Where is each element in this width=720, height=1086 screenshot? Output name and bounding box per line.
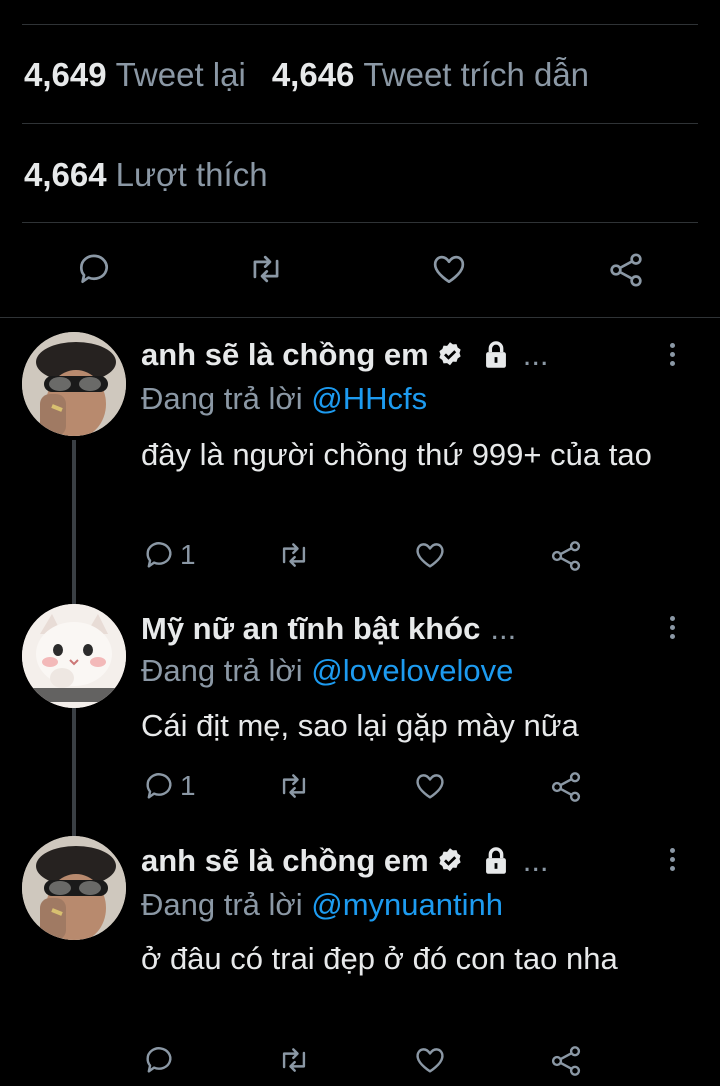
replying-handle[interactable]: @mynuantinh [311,887,503,922]
share-icon [551,1046,581,1076]
replying-prefix: Đang trả lời [141,653,303,688]
divider-likes [22,222,698,223]
verified-badge-icon [439,342,461,366]
share-icon [551,772,581,802]
reply-button[interactable]: 1 [142,769,196,803]
retweet-button[interactable] [276,538,312,572]
quotes-label: Tweet trích dẫn [363,56,590,93]
share-icon [610,253,642,287]
like-button[interactable] [412,538,448,572]
lock-icon [485,847,506,874]
verified-badge-icon [439,848,461,872]
reply-icon [79,254,109,284]
reply-icon [146,773,172,799]
reply-button[interactable] [75,250,113,288]
thread-line [72,708,76,836]
replying-handle[interactable]: @lovelovelove [311,653,513,688]
quotes-count: 4,646 [271,56,355,93]
reply-button[interactable]: 1 [142,538,196,572]
retweet-icon [282,1048,306,1072]
like-icon [433,255,465,284]
avatar[interactable] [22,604,126,708]
share-button[interactable] [548,1043,584,1079]
share-icon [551,541,581,571]
replying-prefix: Đang trả lời [141,887,303,922]
divider-top [22,24,698,25]
replying-prefix: Đang trả lời [141,381,303,416]
retweets-count: 4,649 [24,56,107,93]
quotes-stat[interactable]: 4,646 Tweet trích dẫn [272,56,589,94]
retweet-icon [282,774,306,798]
replying-to: Đang trả lời @HHcfs [141,381,427,417]
retweet-button[interactable] [276,769,312,803]
reply-author-name[interactable]: anh sẽ là chồng em ... [141,337,549,373]
name-ellipsis: ... [522,843,549,878]
author-name-text: Mỹ nữ an tĩnh bật khóc [141,611,481,646]
reply-text: Cái địt mẹ, sao lại gặp mày nữa [141,708,579,743]
retweet-button[interactable] [276,1043,312,1077]
divider-main-tweet [0,317,720,318]
retweet-icon [282,543,306,567]
reply-icon [146,542,172,568]
name-ellipsis: ... [522,337,549,372]
name-ellipsis: ... [490,611,517,646]
more-options-icon[interactable] [668,343,676,366]
retweets-label: Tweet lại [115,56,246,93]
share-button[interactable] [548,769,584,805]
reply-author-name[interactable]: Mỹ nữ an tĩnh bật khóc ... [141,611,516,647]
replying-to: Đang trả lời @mynuantinh [141,887,503,923]
likes-stat[interactable]: 4,664 Lượt thích [24,156,268,194]
avatar[interactable] [22,332,126,436]
share-button[interactable] [606,250,646,290]
like-icon [416,1048,444,1073]
likes-label: Lượt thích [115,156,268,193]
like-icon [416,543,444,568]
replying-to: Đang trả lời @lovelovelove [141,653,513,689]
avatar-man-sunglasses [22,836,126,940]
likes-count: 4,664 [24,156,107,193]
avatar[interactable] [22,836,126,940]
retweet-icon [253,255,279,283]
like-button[interactable] [412,769,448,803]
reply-count: 1 [180,770,196,801]
author-name-text: anh sẽ là chồng em [141,337,429,372]
retweets-stat[interactable]: 4,649 Tweet lại [24,56,246,94]
stats-row-likes: 4,664 Lượt thích [24,150,294,200]
avatar-man-sunglasses [22,332,126,436]
replying-handle[interactable]: @HHcfs [311,381,427,416]
like-button[interactable] [429,250,469,288]
author-name-text: anh sẽ là chồng em [141,843,429,878]
reply-text: đây là người chồng thứ 999+ của tao [141,437,652,472]
like-button[interactable] [412,1043,448,1077]
more-options-icon[interactable] [668,848,676,871]
stats-row-retweets: 4,649 Tweet lại 4,646 Tweet trích dẫn [24,50,615,100]
retweet-button[interactable] [246,250,286,288]
divider-stats [22,123,698,124]
share-button[interactable] [548,538,584,574]
reply-author-name[interactable]: anh sẽ là chồng em ... [141,843,549,879]
like-icon [416,774,444,799]
reply-icon [146,1047,172,1073]
reply-text: ở đâu có trai đẹp ở đó con tao nha [141,941,618,976]
thread-line [72,440,76,604]
more-options-icon[interactable] [668,616,676,639]
reply-count: 1 [180,539,196,570]
lock-icon [485,341,506,368]
reply-button[interactable] [142,1043,180,1077]
avatar-white-cat [22,604,126,708]
